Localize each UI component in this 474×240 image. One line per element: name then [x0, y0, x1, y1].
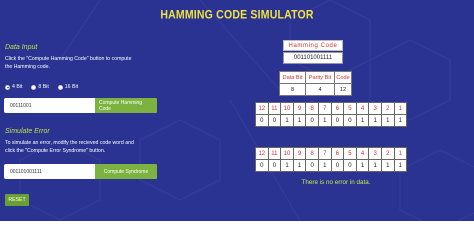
sent-bit-cell: 1	[355, 114, 370, 127]
sent-position-cell: 10	[280, 102, 294, 115]
received-position-cell: 5	[343, 147, 357, 160]
simulate-error-heading: Simulate Error	[5, 128, 50, 135]
received-bit-cell: 1	[380, 159, 395, 172]
hamming-code-value: 001101001111	[283, 52, 343, 64]
compute-hamming-code-button[interactable]: Compute Hamming Code	[95, 98, 157, 113]
sent-bit-cell: 1	[393, 114, 408, 127]
sent-position-cell: 11	[267, 102, 282, 115]
sent-bit-cell: 1	[380, 114, 395, 127]
received-position-cell: 9	[292, 147, 307, 160]
sent-bit-row: 0 0 1 1 0 1 0 0 1 1 1 1	[255, 114, 408, 127]
sent-position-cell: 8	[305, 102, 319, 115]
received-bit-cell: 1	[280, 159, 294, 172]
received-position-cell: 3	[368, 147, 382, 160]
received-position-cell: 8	[305, 147, 319, 160]
sent-bit-cell: 0	[305, 114, 319, 127]
data-input-help: Click the "Compute Hamming Code" button …	[5, 56, 132, 70]
received-position-cell: 11	[267, 147, 282, 160]
data-input-field[interactable]: 00111001	[4, 103, 95, 109]
sent-bit-cell: 1	[280, 114, 294, 127]
received-position-cell: 1	[393, 147, 408, 160]
option-16-bit[interactable]: 16 Bit	[57, 84, 79, 90]
sent-position-cell: 5	[343, 102, 357, 115]
sent-position-cell: 6	[330, 102, 345, 115]
summary-header-code: Code	[334, 71, 352, 84]
summary-header-row: Data Bit Parity Bit Code	[279, 71, 352, 84]
received-bit-row: 0 0 1 1 0 1 0 0 1 1 1 1	[255, 159, 408, 172]
sent-position-cell: 9	[292, 102, 307, 115]
app-page: HAMMING CODE SIMULATOR Data Input Click …	[0, 0, 474, 221]
received-position-cell: 2	[380, 147, 395, 160]
reset-button[interactable]: RESET	[5, 194, 29, 206]
received-bit-cell: 1	[393, 159, 408, 172]
radio-4-bit-icon[interactable]	[5, 84, 10, 90]
received-code-field[interactable]: 001101001111	[4, 169, 95, 175]
sent-code-table: 12 11 10 9 8 7 6 5 4 3 2 1 0 0 1 1 0 1 0…	[255, 102, 408, 127]
sent-bit-cell: 1	[317, 114, 332, 127]
radio-8-bit-icon[interactable]	[31, 84, 37, 90]
received-position-cell: 7	[317, 147, 332, 160]
sent-bit-cell: 1	[292, 114, 307, 127]
received-bit-cell: 0	[330, 159, 345, 172]
option-8-bit[interactable]: 8 Bit	[31, 84, 49, 90]
received-bit-cell: 0	[305, 159, 319, 172]
sent-bit-cell: 0	[255, 114, 269, 127]
sent-position-cell: 7	[317, 102, 332, 115]
simulate-error-bar: 001101001111 Compute Syndrome	[4, 164, 157, 179]
received-code-table: 12 11 10 9 8 7 6 5 4 3 2 1 0 0 1 1 0 1 0…	[255, 147, 408, 172]
app-title: HAMMING CODE SIMULATOR	[160, 8, 314, 22]
received-bit-cell: 1	[317, 159, 332, 172]
data-input-bar: 00111001 Compute Hamming Code	[4, 98, 157, 113]
data-input-heading: Data Input	[5, 44, 38, 51]
radio-16-bit-icon[interactable]	[57, 84, 63, 90]
summary-value-data-bit: 8	[279, 83, 306, 96]
sent-bit-cell: 0	[343, 114, 357, 127]
received-position-cell: 6	[330, 147, 345, 160]
option-16-bit-label: 16 Bit	[64, 84, 79, 90]
sent-position-cell: 4	[355, 102, 370, 115]
received-position-cell: 4	[355, 147, 370, 160]
received-bit-cell: 0	[255, 159, 269, 172]
received-bit-cell: 1	[368, 159, 382, 172]
option-4-bit-label: 4 Bit	[12, 84, 23, 90]
summary-value-code: 12	[334, 83, 352, 96]
received-bit-cell: 0	[267, 159, 282, 172]
summary-header-data-bit: Data Bit	[279, 71, 306, 84]
result-message: There is no error in data.	[301, 179, 371, 186]
sent-position-cell: 2	[380, 102, 395, 115]
option-4-bit[interactable]: 4 Bit	[5, 84, 22, 90]
received-position-row: 12 11 10 9 8 7 6 5 4 3 2 1	[255, 147, 408, 160]
received-bit-cell: 0	[343, 159, 357, 172]
sent-position-cell: 3	[368, 102, 382, 115]
sent-position-cell: 12	[255, 102, 269, 115]
sent-bit-cell: 0	[267, 114, 282, 127]
sent-position-cell: 1	[393, 102, 408, 115]
summary-header-parity-bit: Parity Bit	[305, 71, 335, 84]
bit-size-options: 4 Bit 8 Bit 16 Bit	[5, 84, 78, 90]
sent-bit-cell: 1	[368, 114, 382, 127]
sent-bit-cell: 0	[330, 114, 345, 127]
summary-value-parity-bit: 4	[305, 83, 335, 96]
option-8-bit-label: 8 Bit	[38, 84, 49, 90]
simulate-error-help: To simulate an error, modify the recieve…	[5, 140, 134, 154]
received-position-cell: 12	[255, 147, 269, 160]
received-position-cell: 10	[280, 147, 294, 160]
summary-table: Data Bit Parity Bit Code 8 4 12	[279, 71, 352, 96]
received-bit-cell: 1	[355, 159, 370, 172]
hamming-code-label: Hamming Code	[283, 40, 343, 51]
received-bit-cell: 1	[292, 159, 307, 172]
sent-position-row: 12 11 10 9 8 7 6 5 4 3 2 1	[255, 102, 408, 115]
compute-syndrome-button[interactable]: Compute Syndrome	[95, 164, 157, 179]
summary-value-row: 8 4 12	[279, 83, 352, 96]
